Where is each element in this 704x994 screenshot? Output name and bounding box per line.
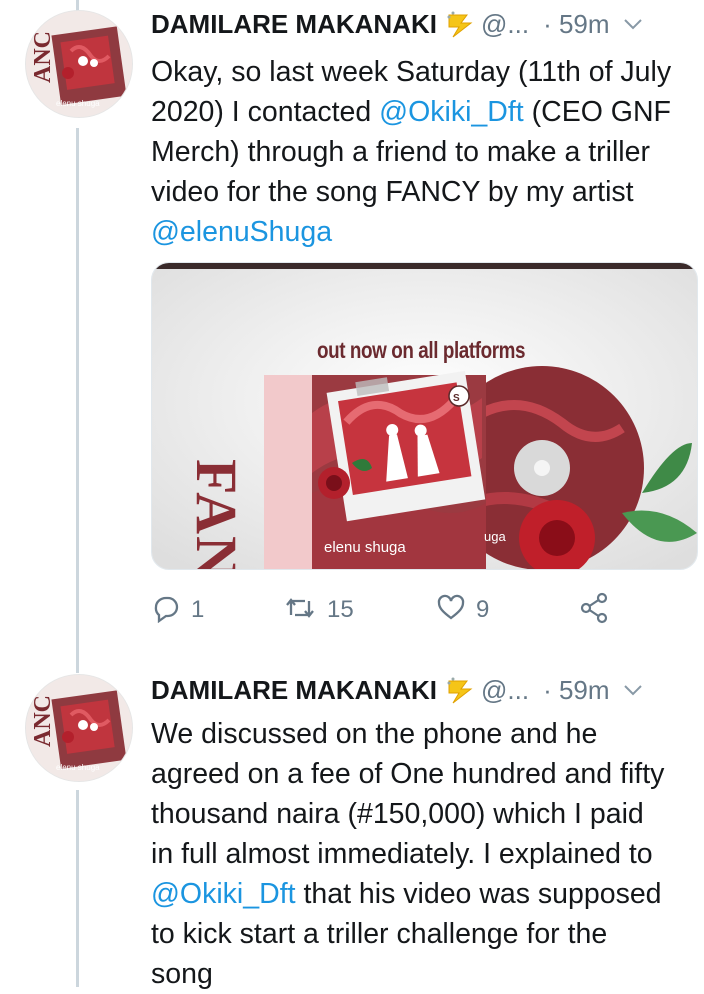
tweet-text: Okay, so last week Saturday (11th of Jul… [151, 52, 696, 252]
media-artist-name: elenu shuga [324, 539, 406, 556]
tweet-text-line: agreed on a fee of One hundred and fifty [151, 758, 665, 790]
tweet-actions: 1 15 9 [151, 592, 621, 628]
tweet-timestamp[interactable]: · 59m [543, 9, 609, 40]
mention-link[interactable]: @elenuShuga [151, 212, 696, 252]
tweet-timestamp[interactable]: · 59m [543, 675, 609, 706]
author-name[interactable]: DAMILARE MAKANAKI [151, 9, 437, 40]
tweet-text-line: in full almost immediately. I explained … [151, 838, 653, 870]
reply-count: 1 [191, 596, 205, 623]
retweet-button[interactable]: 15 [283, 592, 354, 628]
reply-icon [151, 593, 181, 628]
heart-icon [436, 593, 466, 628]
chevron-down-icon[interactable] [622, 13, 644, 35]
tweet[interactable]: ANC elenu shuga DAMILARE MAKANAKI @... ·… [0, 662, 704, 990]
tweet-media-image[interactable]: S out now on all platforms FANCY elenu s… [151, 262, 698, 570]
retweet-count: 15 [327, 596, 354, 623]
tweet-header: DAMILARE MAKANAKI @... · 59m [151, 672, 644, 708]
like-button[interactable]: 9 [436, 592, 489, 628]
emoji-badge-icon [445, 675, 475, 705]
author-handle[interactable]: @... [481, 9, 529, 40]
tweet-text-line: video for the song FANCY by my artist [151, 176, 634, 208]
svg-text:ANC: ANC [30, 695, 56, 747]
share-button[interactable] [578, 592, 610, 628]
reply-button[interactable]: 1 [151, 592, 204, 628]
svg-text:elenu shuga: elenu shuga [56, 99, 100, 108]
avatar[interactable]: ANC elenu shuga [25, 674, 133, 782]
author-name[interactable]: DAMILARE MAKANAKI [151, 675, 437, 706]
tweet-text-fragment: (CEO GNF [523, 96, 671, 128]
mention-link[interactable]: @Okiki_Dft [151, 878, 296, 910]
tweet-text-fragment: 2020) I contacted [151, 96, 380, 128]
tweet-text-fragment: that his video was supposed [295, 878, 662, 910]
media-cover-title: FANCY [184, 459, 249, 570]
tweet-text-line: thousand naira (#150,000) which I paid [151, 798, 644, 830]
author-handle[interactable]: @... [481, 675, 529, 706]
like-count: 9 [476, 596, 490, 623]
tweet-text-line: Okay, so last week Saturday (11th of Jul… [151, 56, 672, 88]
emoji-badge-icon [445, 9, 475, 39]
tweet-text-line: to kick start a triller challenge for th… [151, 918, 608, 950]
retweet-icon [283, 593, 317, 628]
mention-link[interactable]: @Okiki_Dft [379, 96, 524, 128]
share-icon [578, 592, 610, 629]
media-promo-text: out now on all platforms [317, 337, 526, 363]
tweet-text-line: Merch) through a friend to make a trille… [151, 136, 650, 168]
tweet-text-line: song [151, 958, 213, 990]
tweet-text-line: @Okiki_Dft that his video was supposed [151, 874, 696, 914]
tweet-header: DAMILARE MAKANAKI @... · 59m [151, 6, 644, 42]
tweet-text: We discussed on the phone and he agreed … [151, 714, 696, 994]
svg-text:elenu shuga: elenu shuga [56, 763, 100, 772]
tweet-text-line: 2020) I contacted @Okiki_Dft (CEO GNF [151, 92, 696, 132]
svg-text:ANC: ANC [30, 31, 56, 83]
svg-text:S: S [453, 393, 460, 404]
avatar[interactable]: ANC elenu shuga [25, 10, 133, 118]
tweet-text-line: We discussed on the phone and he [151, 718, 598, 750]
tweet[interactable]: ANC elenu shuga DAMILARE MAKANAKI @... ·… [0, 0, 704, 660]
media-disc-text: uga [484, 529, 506, 544]
chevron-down-icon[interactable] [622, 679, 644, 701]
